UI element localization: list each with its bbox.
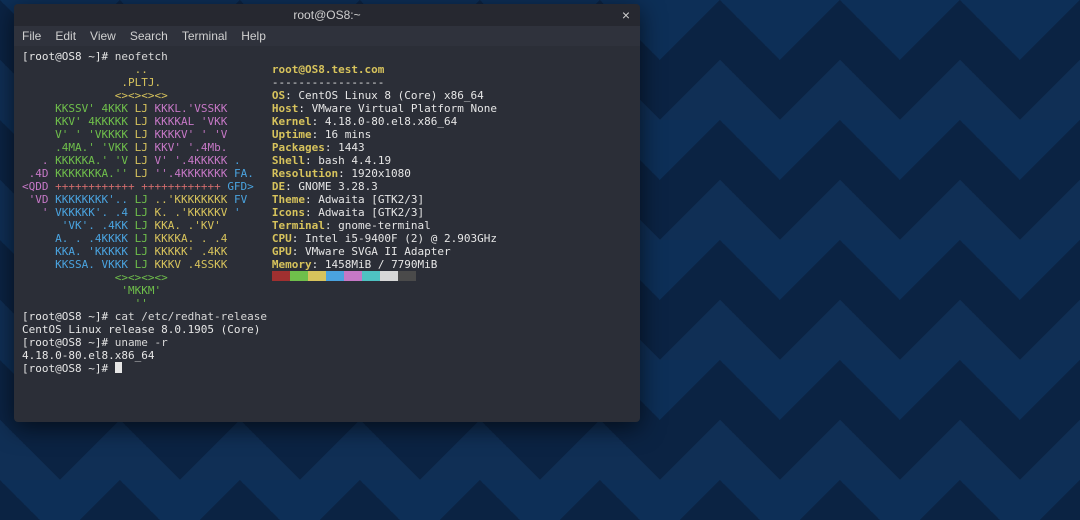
prompt-line: [root@OS8 ~]# bbox=[22, 362, 632, 375]
cursor bbox=[115, 362, 122, 373]
menu-view[interactable]: View bbox=[90, 29, 116, 43]
ascii-logo: .. .PLTJ. <><><><> KKSSV' 4KKK LJ KKKL.'… bbox=[22, 63, 254, 310]
menubar[interactable]: File Edit View Search Terminal Help bbox=[14, 26, 640, 46]
neofetch-output: .. .PLTJ. <><><><> KKSSV' 4KKK LJ KKKL.'… bbox=[22, 63, 632, 310]
prompt-line: [root@OS8 ~]# uname -r bbox=[22, 336, 632, 349]
menu-terminal[interactable]: Terminal bbox=[182, 29, 227, 43]
prompt-line: [root@OS8 ~]# neofetch bbox=[22, 50, 632, 63]
window-titlebar[interactable]: root@OS8:~ × bbox=[14, 4, 640, 26]
terminal-window[interactable]: root@OS8:~ × File Edit View Search Termi… bbox=[14, 4, 640, 422]
sysinfo-panel: root@OS8.test.com-----------------OS: Ce… bbox=[272, 63, 497, 310]
menu-file[interactable]: File bbox=[22, 29, 41, 43]
menu-help[interactable]: Help bbox=[241, 29, 266, 43]
menu-search[interactable]: Search bbox=[130, 29, 168, 43]
window-title: root@OS8:~ bbox=[293, 8, 360, 22]
menu-edit[interactable]: Edit bbox=[55, 29, 76, 43]
color-swatches bbox=[272, 271, 497, 284]
close-icon[interactable]: × bbox=[618, 7, 634, 23]
prompt-line: [root@OS8 ~]# cat /etc/redhat-release bbox=[22, 310, 632, 323]
terminal-viewport[interactable]: [root@OS8 ~]# neofetch .. .PLTJ. <><><><… bbox=[14, 46, 640, 422]
output-line: CentOS Linux release 8.0.1905 (Core) bbox=[22, 323, 632, 336]
output-line: 4.18.0-80.el8.x86_64 bbox=[22, 349, 632, 362]
